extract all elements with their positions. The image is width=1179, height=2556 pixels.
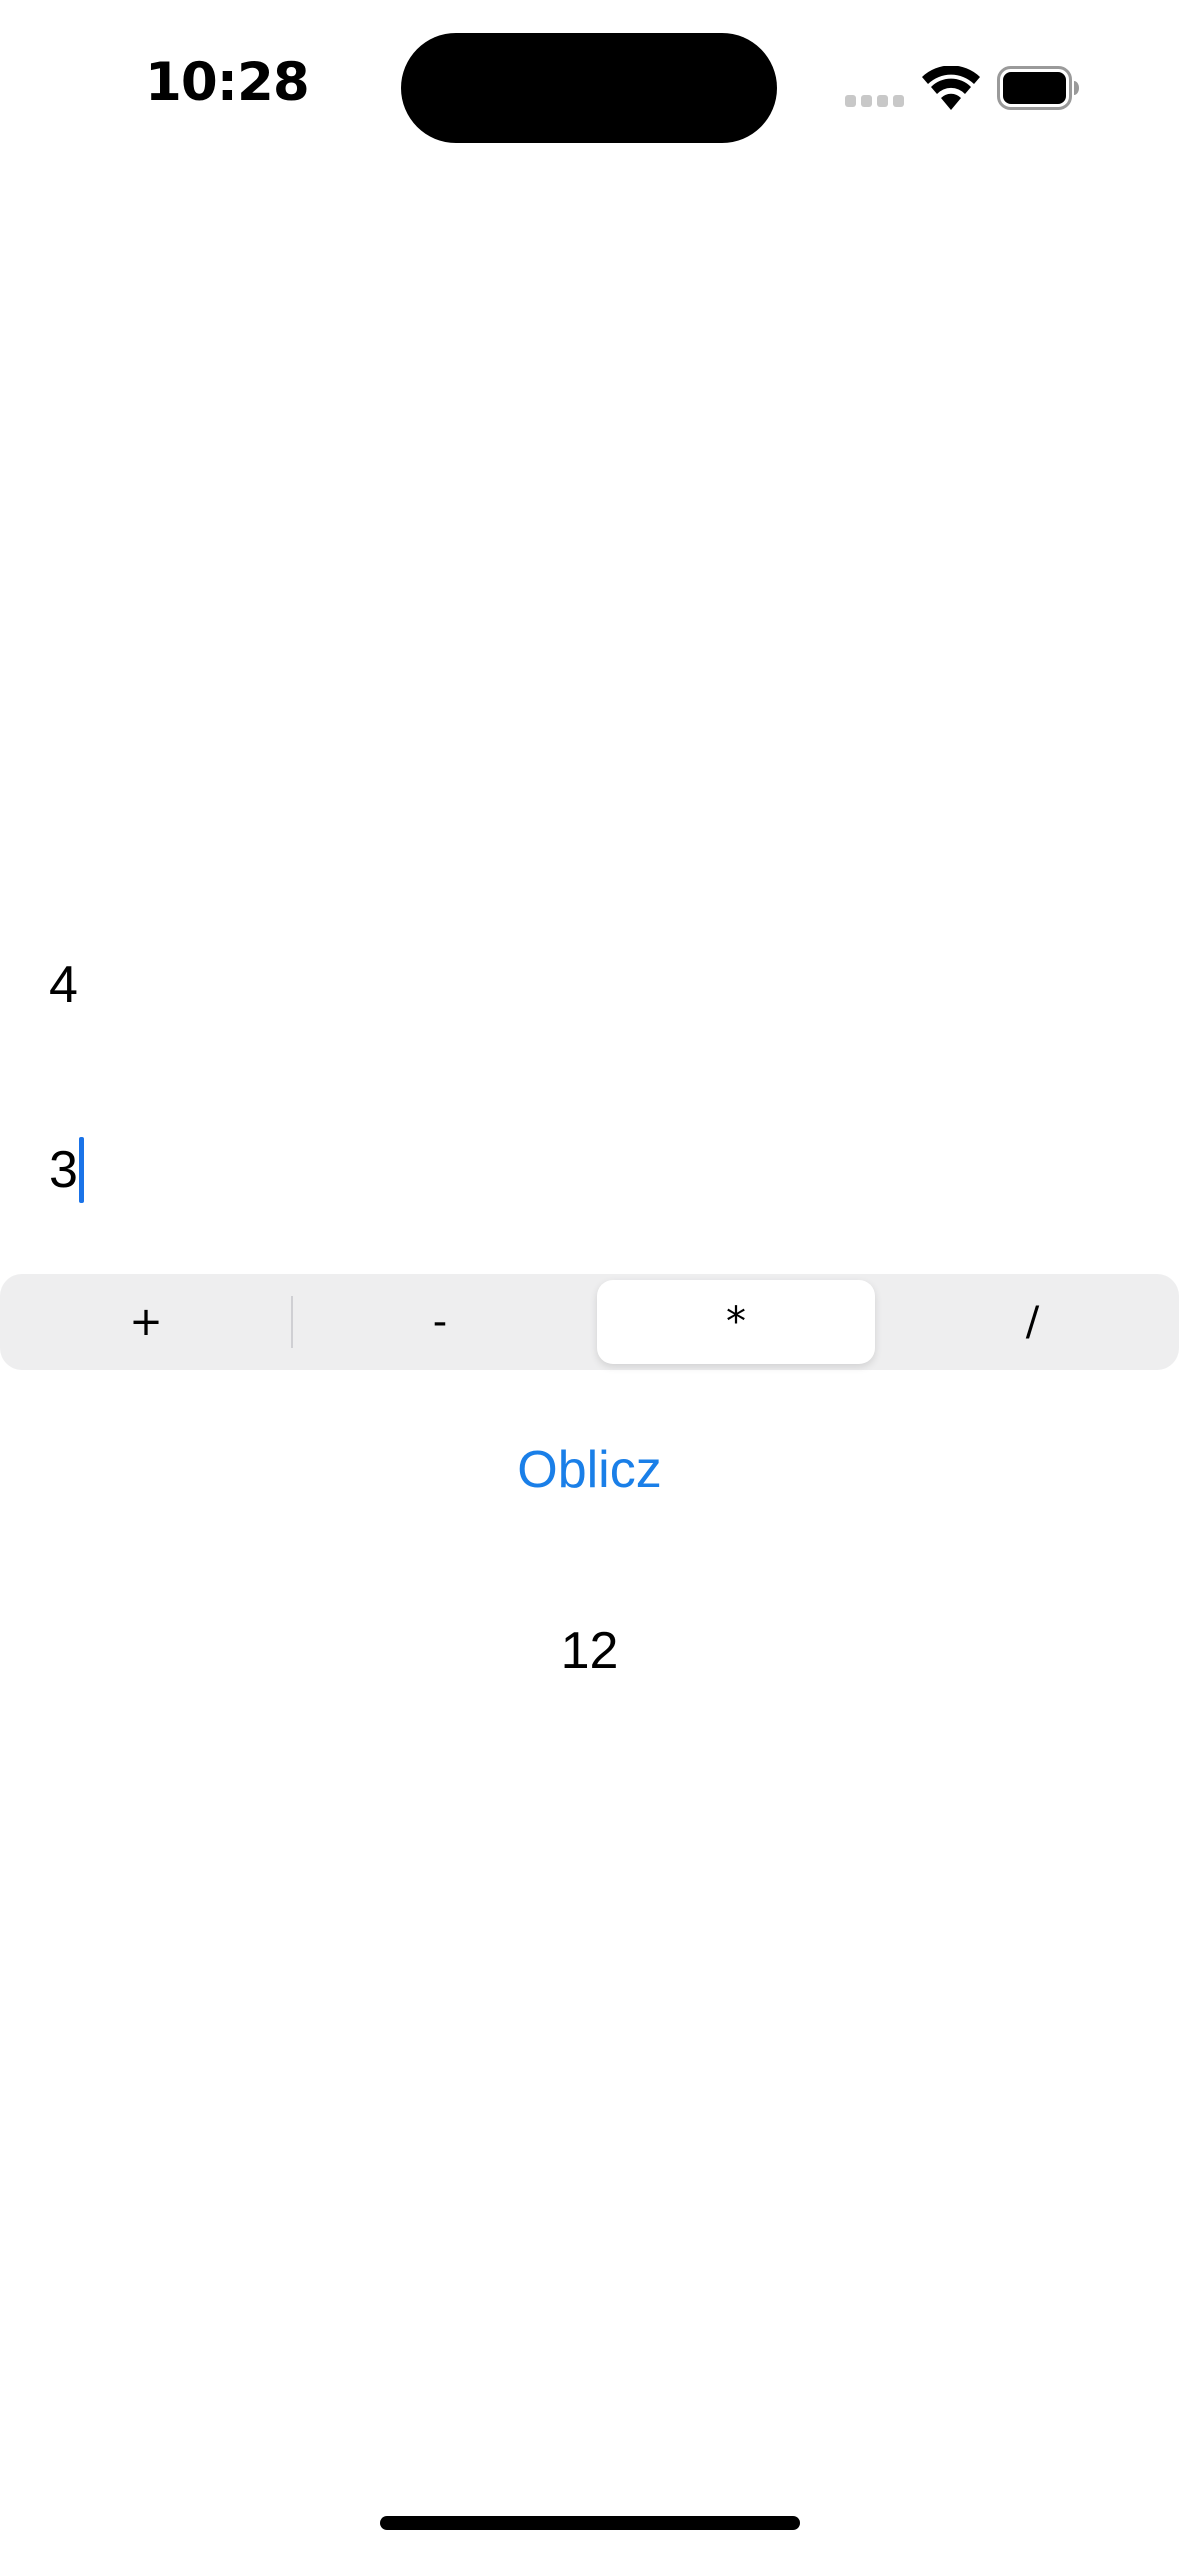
status-time: 10:28 [145,52,310,113]
second-number-field[interactable]: 3 [49,1125,1129,1215]
text-cursor [78,1137,84,1204]
segment-divide[interactable]: / [890,1280,1175,1364]
status-bar: 10:28 [0,0,1179,170]
home-indicator[interactable] [380,2516,800,2530]
segment-multiply-selected[interactable]: * [597,1280,875,1364]
cellular-signal-icon [845,95,905,107]
wifi-icon [922,66,980,110]
segment-divider [291,1296,293,1348]
first-number-field[interactable]: 4 [49,940,1129,1030]
segment-subtract[interactable]: - [298,1280,582,1364]
dynamic-island [401,33,777,143]
second-number-value: 3 [49,1141,78,1199]
calculate-button[interactable]: Oblicz [0,1430,1179,1510]
battery-icon [997,66,1079,110]
first-number-value: 4 [49,956,78,1014]
result-label: 12 [560,1622,619,1680]
operation-segmented-control[interactable]: + - * / [0,1274,1179,1370]
segment-add[interactable]: + [4,1280,288,1364]
